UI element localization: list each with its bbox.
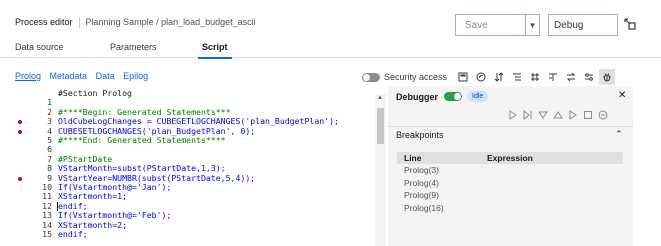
debugger-toggle[interactable]: [444, 92, 462, 101]
process-path: Planning Sample / plan_load_budget_ascii: [85, 17, 256, 27]
tab-bar: Data source Parameters Script: [0, 38, 661, 59]
tab-parameters[interactable]: Parameters: [110, 42, 157, 58]
column-expression: Expression: [487, 153, 533, 163]
breakpoint-row[interactable]: Prolog(4): [397, 177, 623, 190]
header: Process editor Planning Sample / plan_loa…: [0, 0, 661, 38]
breadcrumb-divider: [78, 17, 80, 29]
chevron-up-icon[interactable]: ⌃: [615, 129, 623, 140]
app-title: Process editor: [15, 17, 73, 27]
editor-scrollbar[interactable]: ▲: [375, 94, 386, 246]
debugger-title: Debugger: [396, 92, 439, 102]
status-badge: Idle: [467, 91, 489, 102]
text-icon[interactable]: [545, 69, 561, 85]
code-text: endif;: [58, 229, 88, 239]
save-select-value: Save: [465, 19, 488, 31]
script-editor[interactable]: #Section Prolog 1 2 #****Begin: Generated S…: [15, 86, 375, 246]
section-tab-epilog[interactable]: Epilog: [123, 71, 148, 81]
breakpoint-row[interactable]: Prolog(16): [397, 202, 623, 215]
section-tab-data[interactable]: Data: [96, 71, 115, 81]
tab-script[interactable]: Script: [198, 42, 231, 59]
save-select[interactable]: Save ▼: [455, 14, 540, 36]
step-into-icon[interactable]: [522, 109, 534, 121]
breadcrumb: Process editor Planning Sample / plan_loa…: [15, 17, 256, 29]
script-section-tabs: Prolog Metadata Data Epilog: [15, 71, 154, 81]
continue-icon[interactable]: [567, 109, 579, 121]
breakpoint-row[interactable]: Prolog(9): [397, 189, 623, 202]
debug-bug-icon[interactable]: [599, 69, 616, 85]
step-out-icon[interactable]: [552, 109, 564, 121]
replace-icon[interactable]: [563, 69, 579, 85]
scrollbar-thumb[interactable]: [377, 108, 384, 144]
panel-divider: [388, 126, 633, 127]
calculator-icon[interactable]: [455, 69, 471, 85]
debugger-panel: Debugger Idle ✕ Breakpoints ⌃ Line Expre…: [388, 86, 633, 246]
debug-button[interactable]: Debug: [548, 14, 618, 36]
stop-icon[interactable]: [582, 109, 594, 121]
code-line[interactable]: 15 endif;: [15, 229, 375, 239]
hash-icon[interactable]: [527, 69, 543, 85]
scroll-up-icon[interactable]: ▲: [377, 95, 383, 101]
close-icon[interactable]: ✕: [618, 90, 626, 101]
tab-data-source[interactable]: Data source: [15, 42, 64, 58]
security-access-label: Security access: [384, 72, 448, 82]
code-line[interactable]: #Section Prolog: [15, 88, 375, 98]
breakpoints-table: Line Expression Prolog(3) Prolog(4) Prolog…: [397, 152, 623, 214]
section-tab-prolog[interactable]: Prolog: [15, 71, 41, 81]
step-over-icon[interactable]: [507, 109, 519, 121]
column-line: Line: [404, 153, 422, 163]
list-icon[interactable]: [509, 69, 525, 85]
redirect-icon[interactable]: [623, 17, 637, 31]
debug-controls: [507, 109, 612, 121]
security-access-toggle[interactable]: [362, 72, 380, 82]
settings-icon[interactable]: [581, 69, 597, 85]
disable-breakpoints-icon[interactable]: [597, 109, 609, 121]
code-text: #****End: Generated Statements****: [58, 135, 226, 145]
table-header: Line Expression: [397, 152, 623, 164]
sort-icon[interactable]: [491, 69, 507, 85]
breakpoint-row[interactable]: Prolog(3): [397, 164, 623, 177]
breakpoints-title: Breakpoints: [396, 130, 444, 140]
code-line[interactable]: 5 #****End: Generated Statements****: [15, 135, 375, 145]
editor-toolbar: Security access: [362, 68, 617, 86]
function-icon[interactable]: [473, 69, 489, 85]
code-text: #Section Prolog: [58, 88, 132, 98]
section-tab-metadata[interactable]: Metadata: [50, 71, 88, 81]
step-down-icon[interactable]: [537, 109, 549, 121]
chevron-down-icon[interactable]: ▼: [525, 15, 539, 35]
line-number: 15: [42, 229, 52, 239]
